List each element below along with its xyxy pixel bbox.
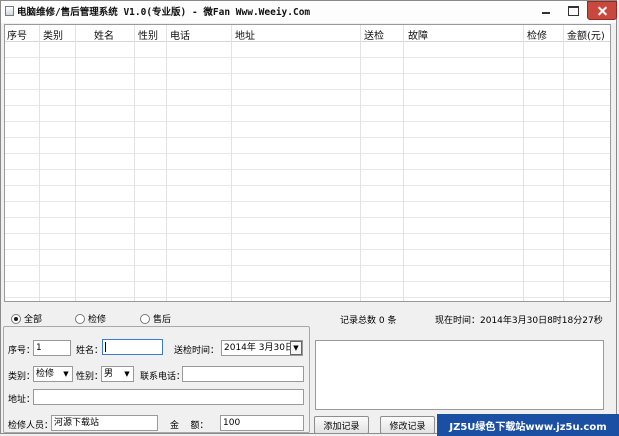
minimize-button[interactable] (533, 1, 559, 20)
phone-input[interactable] (182, 366, 304, 382)
filter-repair-label: 检修 (88, 315, 107, 325)
chevron-down-icon: ▼ (63, 370, 69, 378)
records-table[interactable]: 序号 类别 姓名 性别 电话 地址 送检 故障 检修 金额(元) (4, 24, 611, 302)
window-title: 电脑维修/售后管理系统 V1.0(专业版) - 微Fan Www.Weeiy.C… (17, 7, 311, 18)
column-header-fault[interactable]: 故障 (408, 27, 428, 42)
column-header-address[interactable]: 地址 (235, 27, 255, 42)
technician-label: 检修人员： (8, 421, 54, 431)
column-divider (231, 25, 232, 301)
name-label: 姓名： (76, 346, 104, 356)
column-header-gender[interactable]: 性别 (138, 27, 158, 42)
category-label: 类别： (8, 372, 36, 382)
send-time-picker[interactable]: 2014年 3月30日星 ▼ (221, 340, 303, 356)
column-divider (523, 25, 524, 301)
category-value: 检修 (36, 369, 55, 379)
gender-value: 男 (104, 369, 114, 379)
radio-selected-icon (11, 313, 21, 324)
app-icon (5, 6, 14, 16)
seq-label: 序号： (8, 346, 36, 356)
filter-repair-radio[interactable]: 检修 (75, 312, 106, 325)
gender-select[interactable]: 男 ▼ (101, 366, 134, 382)
column-divider (360, 25, 361, 301)
column-divider (134, 25, 135, 301)
radio-icon (75, 313, 85, 324)
technician-input[interactable]: 河源下载站 (51, 415, 158, 431)
gender-label: 性别： (76, 372, 104, 382)
column-divider (166, 25, 167, 301)
edit-record-button[interactable]: 修改记录 (380, 416, 435, 434)
column-header-seq[interactable]: 序号 (7, 27, 27, 42)
record-count: 记录总数 0 条 (340, 316, 397, 326)
seq-input[interactable]: 1 (33, 340, 71, 356)
column-header-phone[interactable]: 电话 (170, 27, 190, 42)
column-header-sendcheck[interactable]: 送检 (364, 27, 384, 42)
phone-label: 联系电话： (140, 372, 186, 382)
filter-aftersale-radio[interactable]: 售后 (140, 312, 171, 325)
main-window: 电脑维修/售后管理系统 V1.0(专业版) - 微Fan Www.Weeiy.C… (0, 0, 617, 434)
category-select[interactable]: 检修 ▼ (33, 366, 73, 382)
amount-input[interactable]: 100 (220, 415, 304, 431)
filter-all-label: 全部 (24, 315, 43, 325)
column-divider (403, 25, 404, 301)
filter-aftersale-label: 售后 (153, 315, 172, 325)
table-header: 序号 类别 姓名 性别 电话 地址 送检 故障 检修 金额(元) (5, 25, 610, 42)
site-watermark: JZ5U绿色下载站www.jz5u.com (437, 414, 619, 436)
column-header-amount[interactable]: 金额(元) (567, 27, 605, 42)
column-header-name[interactable]: 姓名 (94, 27, 114, 42)
close-button[interactable] (587, 1, 617, 20)
amount-label: 金 额： (170, 421, 209, 431)
name-input[interactable] (102, 339, 163, 355)
chevron-down-icon[interactable]: ▼ (290, 341, 302, 355)
address-input[interactable] (33, 389, 304, 405)
record-form: 序号： 1 姓名： 送检时间： 2014年 3月30日星 ▼ 类别： 检修 ▼ … (3, 326, 310, 433)
text-cursor (105, 341, 106, 352)
remarks-textarea[interactable] (315, 340, 604, 410)
send-time-label: 送检时间： (174, 346, 220, 356)
chevron-down-icon: ▼ (124, 370, 130, 378)
add-record-button[interactable]: 添加记录 (314, 416, 369, 434)
column-header-repair[interactable]: 检修 (527, 27, 547, 42)
filter-all-radio[interactable]: 全部 (11, 312, 42, 325)
column-divider (75, 25, 76, 301)
address-label: 地址： (8, 395, 36, 405)
radio-icon (140, 313, 150, 324)
title-bar: 电脑维修/售后管理系统 V1.0(专业版) - 微Fan Www.Weeiy.C… (1, 1, 617, 23)
current-time: 现在时间：2014年3月30日8时18分27秒 (435, 316, 603, 326)
column-divider (563, 25, 564, 301)
column-header-category[interactable]: 类别 (43, 27, 63, 42)
maximize-button[interactable] (560, 1, 586, 20)
column-divider (39, 25, 40, 301)
